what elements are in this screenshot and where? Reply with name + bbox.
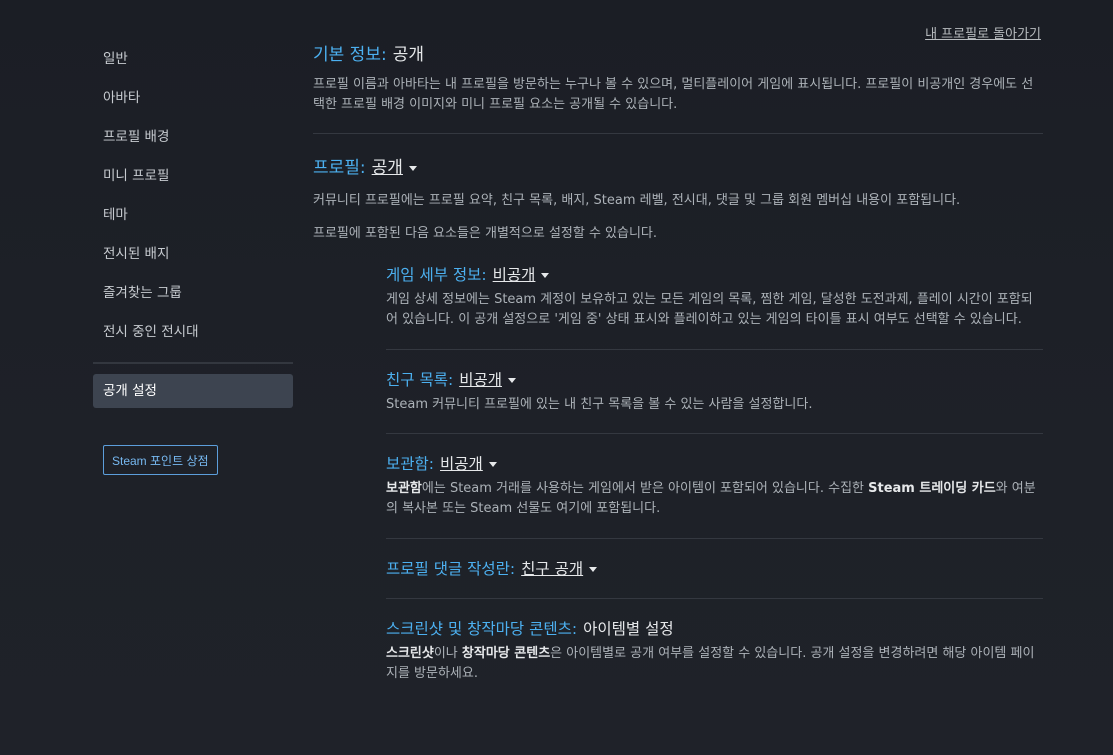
friends-list-privacy-dropdown[interactable]: 비공개	[459, 371, 502, 389]
game-details-label: 게임 세부 정보:	[386, 266, 487, 284]
friends-list-title: 친구 목록: 비공개	[386, 368, 1043, 390]
profile-note: 프로필에 포함된 다음 요소들은 개별적으로 설정할 수 있습니다.	[313, 226, 658, 241]
comments-label: 프로필 댓글 작성란:	[386, 560, 516, 578]
basic-info-description: 프로필 이름과 아바타는 내 프로필을 방문하는 누구나 볼 수 있으며, 멀티…	[313, 77, 1034, 112]
inventory-section: 보관함: 비공개 보관함에는 Steam 거래를 사용하는 게임에서 받은 아이템…	[386, 452, 1043, 519]
basic-info-section: 기본 정보: 공개 프로필 이름과 아바타는 내 프로필을 방문하는 누구나 볼 …	[313, 40, 1043, 115]
inventory-bold-term: 보관함	[386, 481, 422, 496]
basic-info-title: 기본 정보: 공개	[313, 40, 1043, 65]
sidebar-item-featured-showcase[interactable]: 전시 중인 전시대	[93, 313, 293, 352]
chevron-down-icon[interactable]	[408, 165, 417, 171]
profile-label: 프로필:	[313, 158, 366, 178]
chevron-down-icon[interactable]	[488, 462, 497, 467]
profile-subsettings: 게임 세부 정보: 비공개 게임 상세 정보에는 Steam 계정이 보유하고 있…	[386, 263, 1043, 684]
inventory-desc-text: 에는 Steam 거래를 사용하는 게임에서 받은 아이템이 포함되어 있습니다…	[421, 481, 869, 496]
sidebar-item-favorite-group[interactable]: 즐겨찾는 그룹	[93, 274, 293, 313]
section-divider	[386, 538, 1043, 539]
inventory-privacy-dropdown[interactable]: 비공개	[440, 455, 483, 473]
trading-cards-bold-term: Steam 트레이딩 카드	[868, 481, 996, 496]
profile-description: 커뮤니티 프로필에는 프로필 요약, 친구 목록, 배지, Steam 레벨, …	[313, 193, 961, 208]
privacy-settings-main: 기본 정보: 공개 프로필 이름과 아바타는 내 프로필을 방문하는 누구나 볼 …	[313, 40, 1043, 684]
sidebar-divider	[93, 362, 293, 364]
screenshots-title: 스크린샷 및 창작마당 콘텐츠: 아이템별 설정	[386, 617, 1043, 639]
screenshots-value: 아이템별 설정	[583, 620, 674, 638]
friends-list-description: Steam 커뮤니티 프로필에 있는 내 친구 목록을 볼 수 있는 사람을 설…	[386, 397, 813, 412]
comments-privacy-dropdown[interactable]: 친구 공개	[521, 560, 583, 578]
workshop-bold-term: 창작마당 콘텐츠	[461, 646, 551, 661]
section-divider	[386, 598, 1043, 599]
inventory-description: 보관함에는 Steam 거래를 사용하는 게임에서 받은 아이템이 포함되어 있…	[386, 479, 1043, 519]
comments-section: 프로필 댓글 작성란: 친구 공개	[386, 557, 1043, 579]
screenshots-section: 스크린샷 및 창작마당 콘텐츠: 아이템별 설정 스크린샷이나 창작마당 콘텐츠은…	[386, 617, 1043, 684]
sidebar-item-theme[interactable]: 테마	[93, 196, 293, 235]
game-details-title: 게임 세부 정보: 비공개	[386, 263, 1043, 285]
basic-info-label: 기본 정보:	[313, 45, 387, 65]
game-details-section: 게임 세부 정보: 비공개 게임 상세 정보에는 Steam 계정이 보유하고 있…	[386, 263, 1043, 330]
inventory-label: 보관함:	[386, 455, 435, 473]
section-divider	[313, 133, 1043, 134]
friends-list-section: 친구 목록: 비공개 Steam 커뮤니티 프로필에 있는 내 친구 목록을 볼 …	[386, 368, 1043, 415]
sidebar-item-mini-profile[interactable]: 미니 프로필	[93, 157, 293, 196]
section-divider	[386, 433, 1043, 434]
chevron-down-icon[interactable]	[507, 378, 516, 383]
comments-title: 프로필 댓글 작성란: 친구 공개	[386, 557, 1043, 579]
points-shop-button[interactable]: Steam 포인트 상점	[103, 445, 218, 475]
screenshot-bold-term: 스크린샷	[386, 646, 434, 661]
sidebar-item-avatar[interactable]: 아바타	[93, 79, 293, 118]
sidebar-item-general[interactable]: 일반	[93, 40, 293, 79]
screenshots-label: 스크린샷 및 창작마당 콘텐츠:	[386, 620, 578, 638]
basic-info-value: 공개	[392, 45, 424, 65]
screenshots-description: 스크린샷이나 창작마당 콘텐츠은 아이템별로 공개 여부를 설정할 수 있습니다…	[386, 644, 1043, 684]
game-details-description: 게임 상세 정보에는 Steam 계정이 보유하고 있는 모든 게임의 목록, …	[386, 292, 1033, 327]
sidebar-item-privacy-settings[interactable]: 공개 설정	[93, 374, 293, 408]
chevron-down-icon[interactable]	[589, 567, 598, 572]
profile-privacy-dropdown[interactable]: 공개	[372, 158, 403, 178]
settings-sidebar: 일반 아바타 프로필 배경 미니 프로필 테마 전시된 배지 즐겨찾는 그룹 전…	[93, 40, 293, 475]
sidebar-item-featured-badge[interactable]: 전시된 배지	[93, 235, 293, 274]
section-divider	[386, 349, 1043, 350]
inventory-title: 보관함: 비공개	[386, 452, 1043, 474]
game-details-privacy-dropdown[interactable]: 비공개	[493, 266, 536, 284]
profile-title: 프로필: 공개	[313, 153, 1043, 178]
chevron-down-icon[interactable]	[541, 273, 550, 278]
screenshots-desc-text: 이나	[433, 646, 462, 661]
profile-section: 프로필: 공개 커뮤니티 프로필에는 프로필 요약, 친구 목록, 배지, Ste…	[313, 153, 1043, 244]
sidebar-item-profile-background[interactable]: 프로필 배경	[93, 118, 293, 157]
friends-list-label: 친구 목록:	[386, 371, 454, 389]
